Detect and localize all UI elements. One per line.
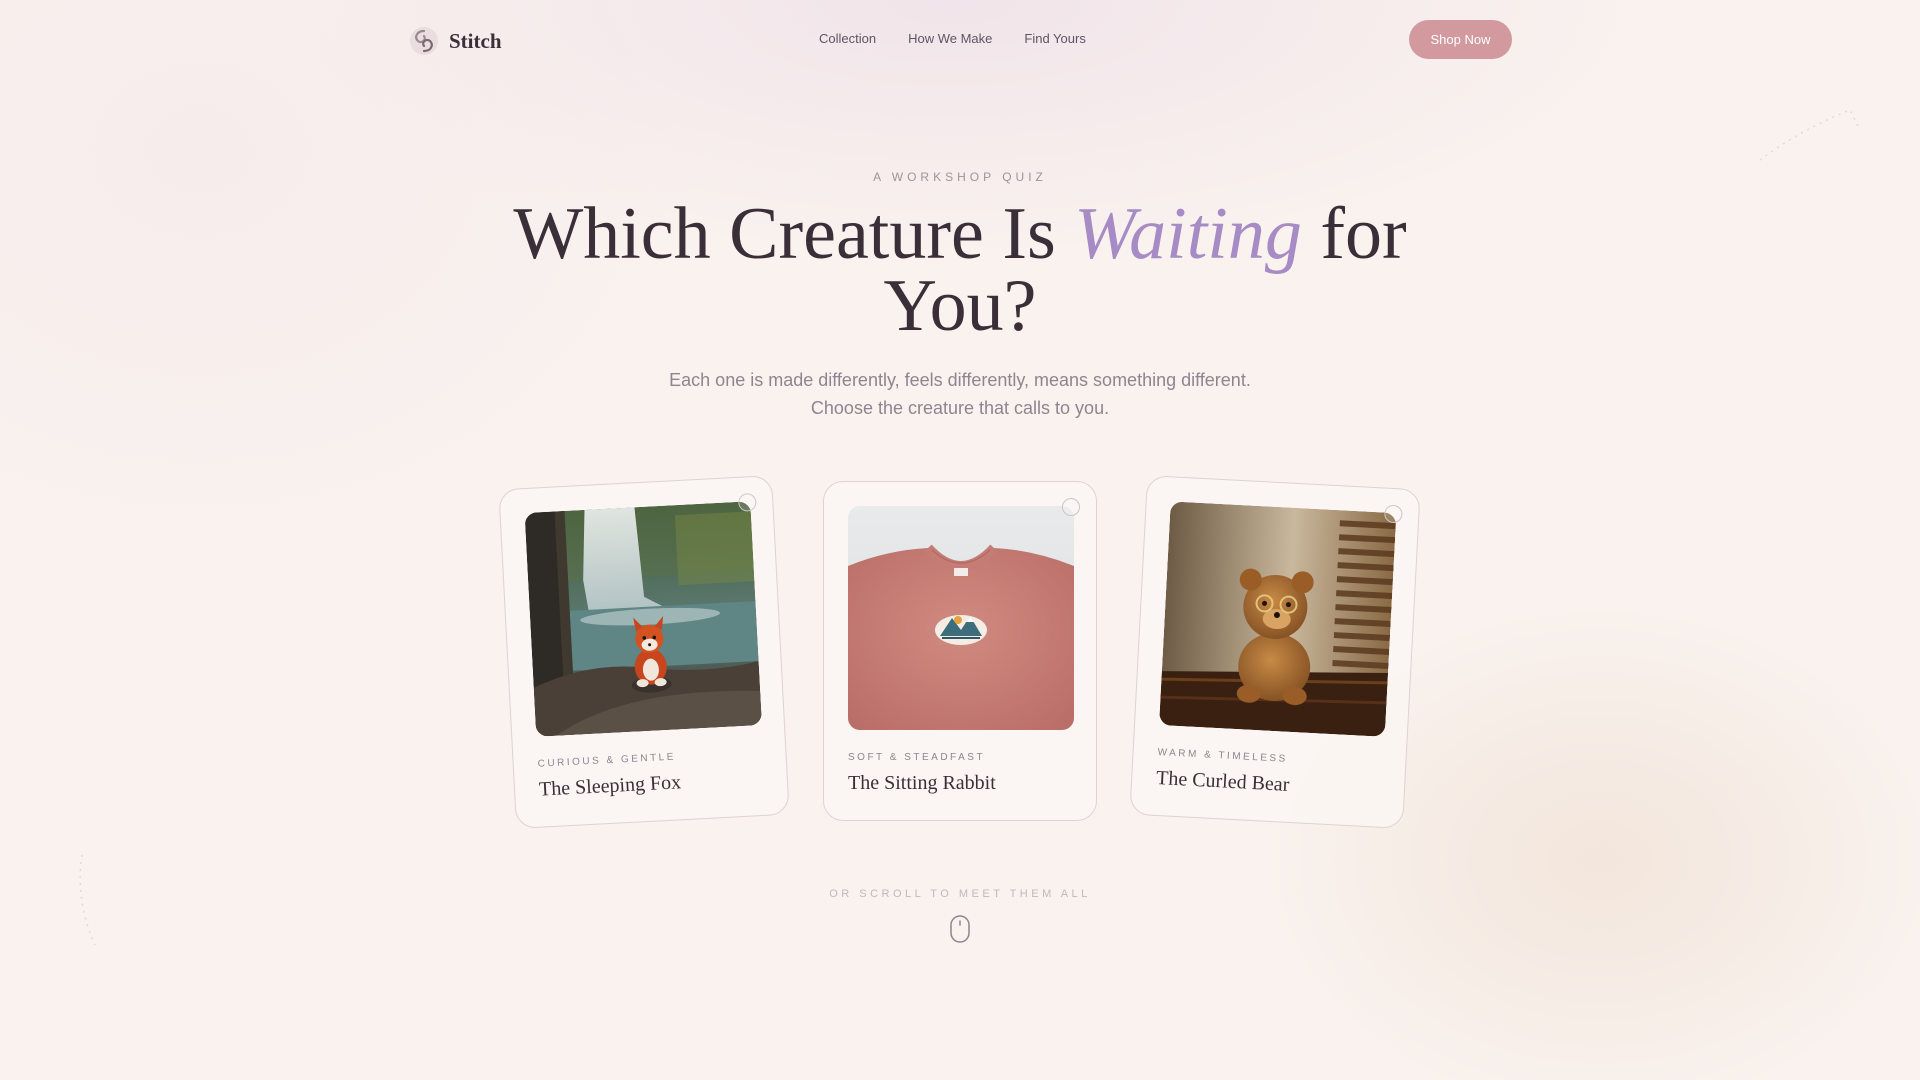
headline-start: Which Creature Is <box>513 193 1075 275</box>
teddy-bear-photo <box>1159 501 1397 737</box>
select-radio-rabbit[interactable] <box>1062 498 1080 516</box>
fox-photo <box>524 501 762 737</box>
quiz-eyebrow: A WORKSHOP QUIZ <box>873 170 1047 184</box>
card-tag-bear: WARM & TIMELESS <box>1157 746 1288 765</box>
decorative-dots-left <box>79 854 96 946</box>
card-tag-fox: CURIOUS & GENTLE <box>537 751 677 770</box>
card-image-bear <box>1159 501 1397 737</box>
creature-card-fox[interactable]: CURIOUS & GENTLE The Sleeping Fox <box>498 475 790 829</box>
nav-link-how-we-make[interactable]: How We Make <box>908 31 992 46</box>
nav-link-collection[interactable]: Collection <box>819 31 876 46</box>
card-image-rabbit <box>848 506 1074 730</box>
decorative-dots-top-right <box>1759 109 1861 161</box>
brand-name: Stitch <box>449 28 502 53</box>
headline-accent-word: Waiting <box>1074 193 1302 275</box>
nav-links: Collection How We Make Find Yours <box>819 31 1086 46</box>
shop-now-button[interactable]: Shop Now <box>1409 20 1512 59</box>
scroll-hint: OR SCROLL TO MEET THEM ALL <box>829 888 1091 900</box>
select-radio-fox[interactable] <box>737 492 757 512</box>
card-title-rabbit: The Sitting Rabbit <box>848 772 996 794</box>
hero-subtitle: Each one is made differently, feels diff… <box>669 370 1251 418</box>
nav-link-find-yours[interactable]: Find Yours <box>1024 31 1085 46</box>
mouse-scroll-icon[interactable] <box>950 915 970 943</box>
brand[interactable]: Stitch <box>409 26 502 56</box>
swirl-logo-icon <box>410 27 438 55</box>
card-title-bear: The Curled Bear <box>1155 766 1290 796</box>
select-radio-bear[interactable] <box>1383 504 1403 524</box>
creature-card-bear[interactable]: WARM & TIMELESS The Curled Bear <box>1129 475 1421 829</box>
page-title: Which Creature Is Waiting for You? <box>460 197 1460 343</box>
card-title-fox: The Sleeping Fox <box>538 771 682 801</box>
card-image-fox <box>524 501 762 737</box>
creature-card-rabbit[interactable]: SOFT & STEADFAST The Sitting Rabbit <box>823 481 1097 821</box>
top-navigation: Stitch Collection How We Make Find Yours… <box>0 0 1920 80</box>
sweatshirt-photo <box>848 506 1074 730</box>
card-tag-rabbit: SOFT & STEADFAST <box>848 752 986 763</box>
